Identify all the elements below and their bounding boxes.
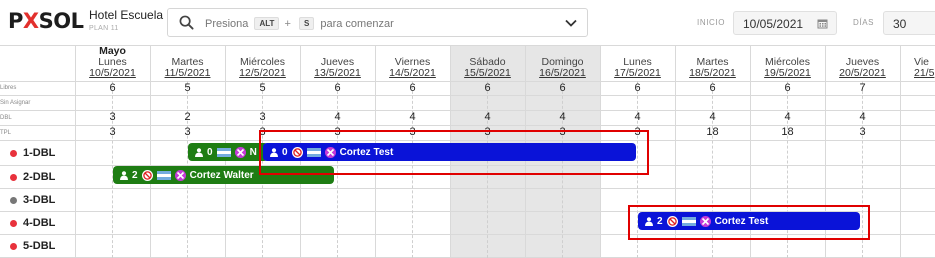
search-bar[interactable]: Presiona ALT + S para comenzar bbox=[167, 8, 588, 37]
summary-libres-cell: 6 bbox=[484, 82, 491, 94]
summary-tpl-cell: 18 bbox=[706, 126, 719, 138]
summary-dbl-cell: 4 bbox=[859, 111, 866, 123]
search-icon bbox=[179, 15, 194, 30]
chevron-down-icon[interactable] bbox=[565, 18, 577, 28]
guest-icon bbox=[195, 147, 203, 157]
summary-dbl-cell: 4 bbox=[784, 111, 791, 123]
room-2-dbl[interactable]: 2-DBL bbox=[0, 166, 55, 188]
no-bed-icon bbox=[174, 169, 186, 181]
no-pets-icon bbox=[141, 169, 153, 181]
status-dot bbox=[10, 173, 17, 181]
summary-label-libres: Libres bbox=[0, 85, 17, 91]
summary-dbl-cell: 2 bbox=[184, 111, 191, 123]
pxsol-logo[interactable]: PXSOL bbox=[8, 9, 84, 33]
date-header-2[interactable]: Miércoles 12/5/2021 bbox=[225, 57, 300, 79]
highlight-box-room4 bbox=[628, 205, 870, 240]
summary-libres-cell: 6 bbox=[709, 82, 716, 94]
inicio-date-input[interactable]: 10/05/2021 bbox=[733, 11, 837, 35]
room-4-dbl[interactable]: 4-DBL bbox=[0, 212, 55, 234]
date-header-9[interactable]: Miércoles 19/5/2021 bbox=[750, 57, 825, 79]
highlight-box-room1 bbox=[259, 130, 649, 175]
status-dot bbox=[10, 149, 17, 157]
summary-tpl-cell: 18 bbox=[781, 126, 794, 138]
reservation-grid: Mayo Lunes 10/5/2021 Martes 11/5/2021 Mié… bbox=[0, 45, 935, 258]
room-1-dbl[interactable]: 1-DBL bbox=[0, 142, 55, 164]
summary-dbl-cell: 4 bbox=[634, 111, 641, 123]
summary-label-dbl: DBL bbox=[0, 115, 12, 121]
summary-dbl-cell: 3 bbox=[109, 111, 116, 123]
date-header-7[interactable]: Lunes 17/5/2021 bbox=[600, 57, 675, 79]
summary-dbl-cell: 4 bbox=[334, 111, 341, 123]
summary-libres-cell: 5 bbox=[259, 82, 266, 94]
dias-label: DÍAS bbox=[853, 18, 875, 27]
reservation-bar-room1-green[interactable]: 0 N bbox=[188, 143, 268, 161]
alt-key-badge: ALT bbox=[254, 17, 280, 30]
summary-dbl-cell: 3 bbox=[259, 111, 266, 123]
summary-label-sin-asignar: Sin Asignar bbox=[0, 100, 31, 106]
status-dot bbox=[10, 196, 17, 204]
summary-libres-cell: 5 bbox=[184, 82, 191, 94]
summary-dbl-cell: 4 bbox=[409, 111, 416, 123]
date-header-5[interactable]: Sábado 15/5/2021 bbox=[450, 57, 525, 79]
status-dot bbox=[10, 242, 17, 250]
hotel-plan: PLAN 11 bbox=[89, 25, 119, 32]
top-bar: PXSOL Hotel Escuela PLAN 11 Presiona ALT… bbox=[0, 0, 935, 45]
date-header-10[interactable]: Jueves 20/5/2021 bbox=[825, 57, 900, 79]
status-dot bbox=[10, 219, 17, 227]
room-3-dbl[interactable]: 3-DBL bbox=[0, 189, 55, 211]
date-header-0[interactable]: Mayo Lunes 10/5/2021 bbox=[75, 46, 150, 79]
date-header-1[interactable]: Martes 11/5/2021 bbox=[150, 57, 225, 79]
summary-tpl-cell: 3 bbox=[184, 126, 191, 138]
search-placeholder: Presiona ALT + S para comenzar bbox=[205, 17, 394, 30]
argentina-flag-icon bbox=[156, 170, 171, 180]
date-header-6[interactable]: Domingo 16/5/2021 bbox=[525, 57, 600, 79]
summary-tpl-cell: 3 bbox=[109, 126, 116, 138]
summary-libres-cell: 6 bbox=[409, 82, 416, 94]
date-header-4[interactable]: Viernes 14/5/2021 bbox=[375, 57, 450, 79]
inicio-label: INICIO bbox=[697, 18, 726, 27]
summary-label-tpl: TPL bbox=[0, 130, 12, 136]
summary-libres-cell: 7 bbox=[859, 82, 866, 94]
summary-libres-cell: 6 bbox=[559, 82, 566, 94]
summary-libres-cell: 6 bbox=[784, 82, 791, 94]
date-header-8[interactable]: Martes 18/5/2021 bbox=[675, 57, 750, 79]
guest-icon bbox=[120, 170, 128, 180]
summary-dbl-cell: 4 bbox=[709, 111, 716, 123]
summary-dbl-cell: 4 bbox=[484, 111, 491, 123]
date-header-11[interactable]: Vie 21/5 bbox=[900, 57, 935, 79]
dias-input[interactable]: 30 bbox=[883, 11, 935, 35]
hotel-name: Hotel Escuela bbox=[89, 8, 164, 22]
room-5-dbl[interactable]: 5-DBL bbox=[0, 235, 55, 257]
summary-tpl-cell: 3 bbox=[859, 126, 866, 138]
argentina-flag-icon bbox=[216, 147, 231, 157]
summary-libres-cell: 6 bbox=[334, 82, 341, 94]
date-header-3[interactable]: Jueves 13/5/2021 bbox=[300, 57, 375, 79]
calendar-icon[interactable] bbox=[817, 18, 828, 29]
summary-dbl-cell: 4 bbox=[559, 111, 566, 123]
no-bed-icon bbox=[234, 146, 246, 158]
summary-libres-cell: 6 bbox=[109, 82, 116, 94]
s-key-badge: S bbox=[298, 17, 315, 30]
summary-libres-cell: 6 bbox=[634, 82, 641, 94]
